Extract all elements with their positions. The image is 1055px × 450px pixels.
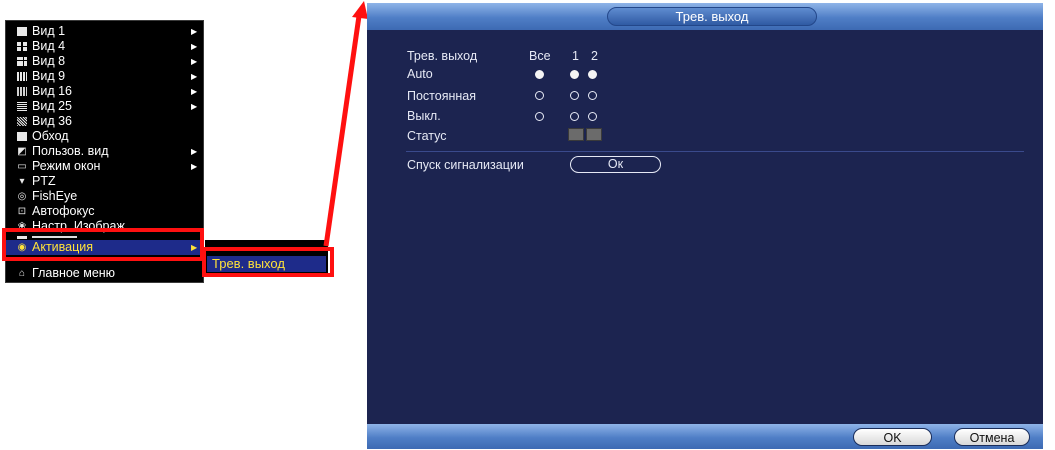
status-label: Статус bbox=[407, 129, 447, 143]
arrow-shaft bbox=[323, 15, 362, 247]
radio-constant-all[interactable] bbox=[535, 91, 544, 100]
ok-button[interactable]: OK bbox=[853, 428, 932, 446]
radio-constant-ch1[interactable] bbox=[570, 91, 579, 100]
radio-off-ch2[interactable] bbox=[588, 112, 597, 121]
divider bbox=[406, 151, 1024, 152]
radio-auto-ch2[interactable] bbox=[588, 70, 597, 79]
row-off-label: Выкл. bbox=[407, 109, 441, 123]
alarm-output-dialog: Трев. выход Трев. выход Все 1 2 Auto Пос… bbox=[367, 3, 1043, 449]
arrow-head bbox=[352, 1, 368, 19]
radio-off-all[interactable] bbox=[535, 112, 544, 121]
radio-off-ch1[interactable] bbox=[570, 112, 579, 121]
trigger-label: Спуск сигнализации bbox=[407, 158, 524, 172]
header-label: Трев. выход bbox=[407, 49, 478, 63]
row-constant-label: Постоянная bbox=[407, 89, 477, 103]
cancel-button[interactable]: Отмена bbox=[954, 428, 1030, 446]
trigger-ok-button[interactable]: Ок bbox=[570, 156, 661, 173]
dialog-title: Трев. выход bbox=[607, 7, 817, 26]
dialog-footer: OK Отмена bbox=[367, 424, 1043, 449]
header-ch1: 1 bbox=[572, 49, 579, 63]
dialog-titlebar: Трев. выход bbox=[367, 3, 1043, 30]
radio-auto-ch1[interactable] bbox=[570, 70, 579, 79]
radio-auto-all[interactable] bbox=[535, 70, 544, 79]
header-ch2: 2 bbox=[591, 49, 598, 63]
header-all: Все bbox=[529, 49, 551, 63]
row-auto-label: Auto bbox=[407, 67, 433, 81]
status-indicator-2 bbox=[586, 128, 602, 141]
status-indicator-1 bbox=[568, 128, 584, 141]
radio-constant-ch2[interactable] bbox=[588, 91, 597, 100]
